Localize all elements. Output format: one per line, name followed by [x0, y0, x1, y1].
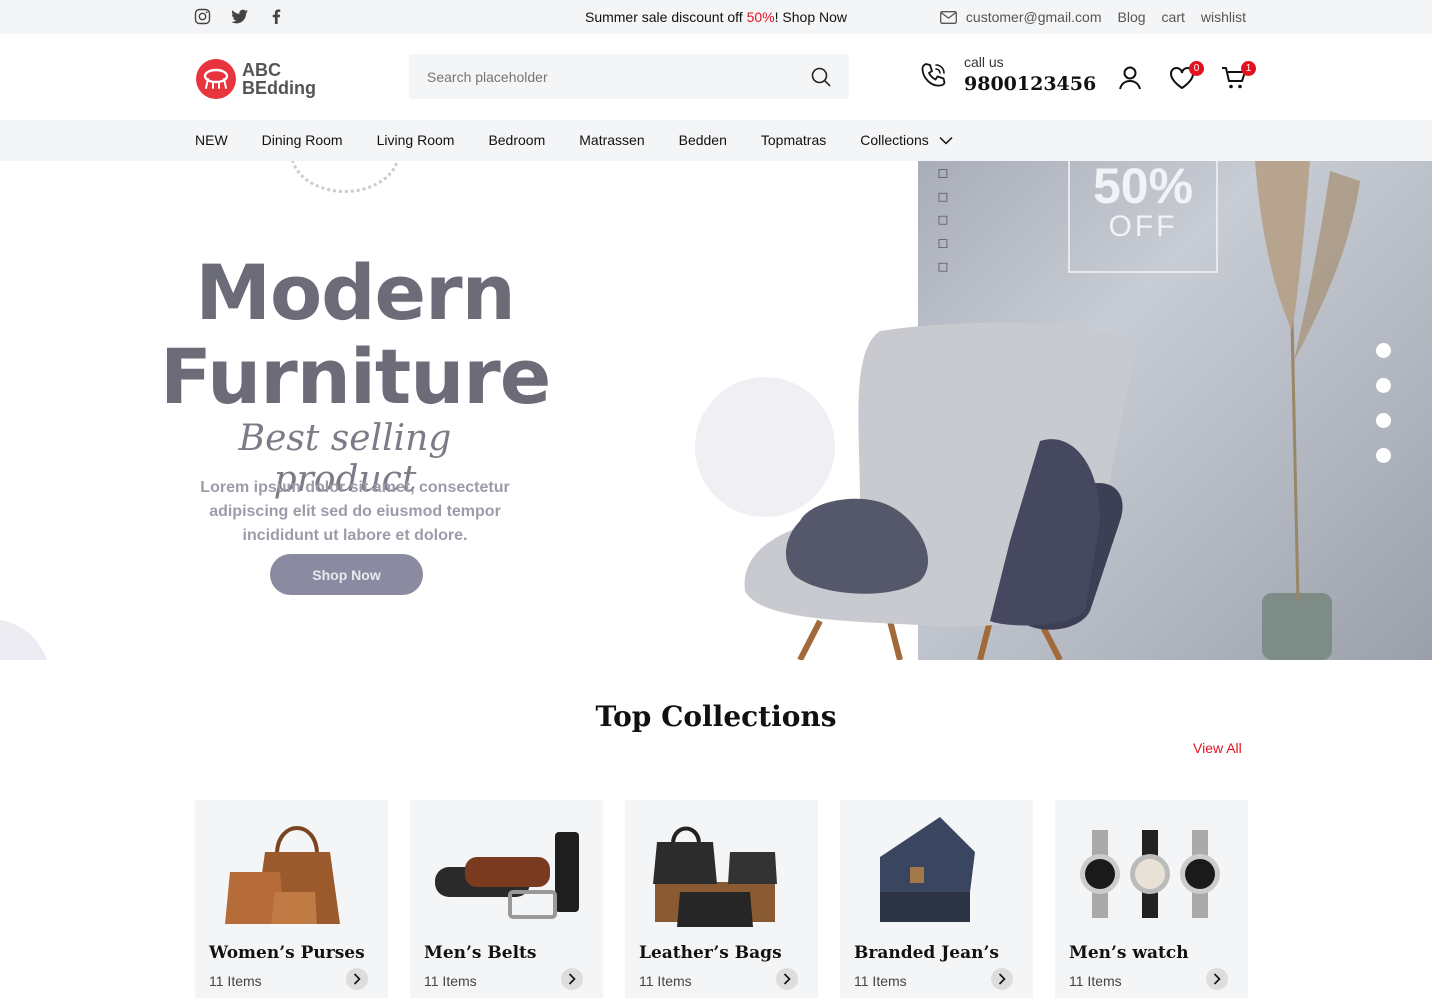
- chevron-right-icon[interactable]: [1206, 968, 1228, 990]
- nav-item-collections-label: Collections: [860, 132, 929, 148]
- collection-card-mens-watch[interactable]: Men’s watch 11 Items: [1055, 800, 1248, 998]
- hero-title-line-2: Furniture: [160, 332, 551, 421]
- chevron-right-icon[interactable]: [776, 968, 798, 990]
- vertical-label-decoration: ☐ ☐ ☐ ☐ ☐: [936, 167, 950, 278]
- hero-title: Modern Furniture: [160, 248, 551, 421]
- nav-item-living-room[interactable]: Living Room: [377, 132, 455, 148]
- slider-dot[interactable]: [1376, 448, 1391, 463]
- nav-item-collections[interactable]: Collections: [860, 132, 953, 148]
- hero-description: Lorem ipsum dolor sit amet, consectetur …: [200, 479, 510, 544]
- collection-card-mens-belts[interactable]: Men’s Belts 11 Items: [410, 800, 603, 998]
- call-label: call us: [964, 54, 1004, 70]
- collection-count: 11 Items: [209, 973, 262, 989]
- shop-now-button[interactable]: Shop Now: [270, 554, 423, 595]
- mail-icon: [939, 10, 957, 24]
- collection-name: Men’s watch: [1069, 943, 1189, 963]
- hero-title-line-1: Modern: [195, 248, 515, 337]
- collection-cards: Women’s Purses 11 Items Men’s Belts 11 I…: [195, 800, 1248, 998]
- collection-count: 11 Items: [1069, 973, 1122, 989]
- pampas-grass-image: [1255, 161, 1360, 660]
- logo-line-1: ABC: [242, 60, 281, 80]
- collection-name: Women’s Purses: [209, 943, 365, 963]
- call-us[interactable]: call us 9800123456: [920, 54, 1096, 95]
- view-all-link[interactable]: View All: [1193, 740, 1242, 756]
- top-collections-title: Top Collections: [595, 700, 837, 733]
- logo[interactable]: ABC BEdding: [196, 59, 316, 99]
- collection-name: Men’s Belts: [424, 943, 537, 963]
- main-nav: NEW Dining Room Living Room Bedroom Matr…: [0, 120, 1432, 161]
- offer-percent: 50%: [1092, 161, 1194, 214]
- nav-item-matrassen[interactable]: Matrassen: [579, 132, 644, 148]
- chevron-right-icon[interactable]: [346, 968, 368, 990]
- wishlist-button[interactable]: 0: [1168, 61, 1204, 92]
- wishlist-link[interactable]: wishlist: [1201, 9, 1246, 25]
- offer-label: OFF: [1108, 210, 1178, 243]
- slider-dot[interactable]: [1376, 378, 1391, 393]
- collection-count: 11 Items: [424, 973, 477, 989]
- slider-dots: [1376, 343, 1391, 463]
- collection-count: 11 Items: [639, 973, 692, 989]
- nav-item-new[interactable]: NEW: [195, 132, 228, 148]
- collection-name: Branded Jean’s: [854, 943, 999, 963]
- chevron-right-icon[interactable]: [991, 968, 1013, 990]
- watches-image: [1080, 830, 1220, 918]
- nav-item-bedroom[interactable]: Bedroom: [488, 132, 545, 148]
- user-icon: [1119, 66, 1141, 90]
- belts-image: [435, 832, 579, 919]
- cart-count-badge: 1: [1241, 61, 1256, 76]
- header: ABC BEdding call us 9800123456 0 1: [0, 34, 1432, 120]
- offer-box: 50% OFF: [1068, 161, 1218, 273]
- promo-suffix: ! Shop Now: [774, 9, 847, 25]
- email-link[interactable]: customer@gmail.com: [939, 9, 1102, 25]
- collection-card-leather-bags[interactable]: Leather’s Bags 11 Items: [625, 800, 818, 998]
- promo-prefix: Summer sale discount off: [584, 9, 747, 25]
- search-input[interactable]: [427, 68, 811, 85]
- cart-link[interactable]: cart: [1162, 9, 1185, 25]
- logo-line-2: BEdding: [242, 78, 316, 98]
- chevron-down-icon: [939, 136, 953, 145]
- nav-item-dining-room[interactable]: Dining Room: [262, 132, 343, 148]
- badge-stamp-decoration: [290, 161, 400, 193]
- promo-discount: 50%: [746, 9, 775, 25]
- purses-image: [225, 826, 340, 924]
- header-actions: 0 1: [1116, 61, 1256, 92]
- hero-banner: Modern Furniture Best selling product Lo…: [0, 161, 1432, 660]
- collection-name: Leather’s Bags: [639, 943, 782, 963]
- phone-number: 9800123456: [964, 73, 1097, 95]
- collection-count: 11 Items: [854, 973, 907, 989]
- cart-button[interactable]: 1: [1220, 61, 1256, 92]
- corner-circle-decoration: [0, 619, 50, 660]
- wishlist-count-badge: 0: [1189, 61, 1204, 76]
- logo-mark-icon: [196, 59, 236, 99]
- blog-link[interactable]: Blog: [1118, 9, 1146, 25]
- nav-item-bedden[interactable]: Bedden: [679, 132, 727, 148]
- top-links: customer@gmail.com Blog cart wishlist: [939, 9, 1246, 25]
- bags-image: [653, 826, 777, 927]
- nav-item-topmatras[interactable]: Topmatras: [761, 132, 826, 148]
- logo-text: ABC BEdding: [242, 61, 316, 97]
- account-button[interactable]: [1116, 64, 1146, 92]
- collection-card-womens-purses[interactable]: Women’s Purses 11 Items: [195, 800, 388, 998]
- email-text: customer@gmail.com: [965, 9, 1102, 25]
- jeans-image: [880, 817, 975, 922]
- search-icon[interactable]: [811, 67, 831, 87]
- collection-card-branded-jeans[interactable]: Branded Jean’s 11 Items: [840, 800, 1033, 998]
- slider-dot[interactable]: [1376, 413, 1391, 428]
- top-bar: Summer sale discount off 50%! Shop Now c…: [0, 0, 1432, 34]
- armchair-image: [744, 322, 1135, 660]
- chevron-right-icon[interactable]: [561, 968, 583, 990]
- search-bar: [409, 54, 849, 99]
- slider-dot[interactable]: [1376, 343, 1391, 358]
- phone-icon: [921, 62, 946, 86]
